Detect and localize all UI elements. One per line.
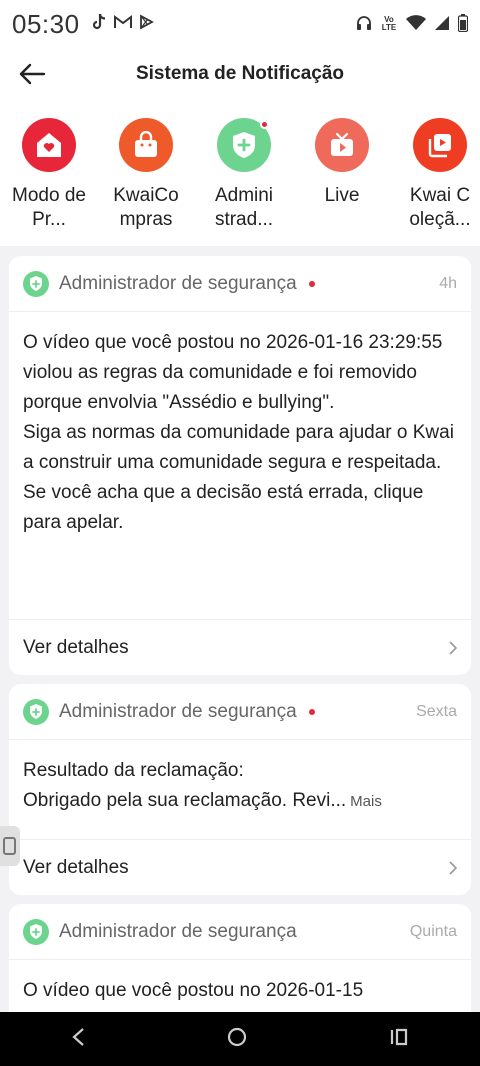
- shortcut-label: Admini strad...: [214, 185, 274, 230]
- signal-icon: [434, 15, 450, 34]
- notification-card[interactable]: Administrador de segurança 4h O vídeo qu…: [9, 256, 471, 675]
- recents-icon[interactable]: [389, 1027, 409, 1052]
- notification-message: O vídeo que você postou no 2026-01-16 23…: [9, 312, 471, 619]
- shortcut-label: Modo de Pr...: [12, 185, 86, 230]
- shield-icon: [23, 918, 49, 945]
- see-details-link[interactable]: Ver detalhes: [23, 637, 129, 659]
- notification-message: Resultado da reclamação: Obrigado pela s…: [9, 740, 471, 839]
- battery-icon: [457, 13, 469, 35]
- sender-name: Administrador de segurança: [59, 272, 297, 294]
- volte-icon: Vo LTE: [381, 15, 397, 32]
- message-paragraph: O vídeo que você postou no 2026-01-15: [23, 980, 364, 1001]
- sender-name: Administrador de segurança: [59, 700, 297, 722]
- unread-dot: [308, 280, 315, 287]
- more-link[interactable]: Mais: [350, 793, 382, 810]
- shortcut-kwai-colecao[interactable]: Kwai C oleçã...: [395, 118, 480, 232]
- see-details-link[interactable]: Ver detalhes: [23, 857, 129, 879]
- headset-icon: [356, 15, 372, 34]
- home-icon[interactable]: [226, 1026, 248, 1053]
- message-paragraph: Resultado da reclamação:: [23, 760, 244, 781]
- wifi-icon: [406, 14, 426, 34]
- notification-card[interactable]: Administrador de segurança Sexta Resulta…: [9, 684, 471, 895]
- tv-icon: [315, 118, 369, 172]
- shortcut-administrador[interactable]: Admini strad...: [199, 118, 289, 232]
- message-paragraph: Siga as normas da comunidade para ajudar…: [23, 422, 454, 473]
- message-paragraph: Se você acha que a decisão está errada, …: [23, 482, 424, 533]
- floating-widget-icon: [3, 837, 16, 855]
- chevron-right-icon: [449, 860, 457, 875]
- shortcut-modo-protecao[interactable]: Modo de Pr...: [4, 118, 94, 232]
- see-details-row[interactable]: Ver detalhes: [9, 619, 471, 675]
- home-heart-icon: [22, 118, 76, 172]
- page-title: Sistema de Notificação: [135, 63, 345, 84]
- notification-time: 4h: [439, 274, 457, 292]
- video-collection-icon: [413, 118, 467, 172]
- app-header: Sistema de Notificação: [0, 48, 480, 100]
- shortcut-live[interactable]: Live: [297, 118, 387, 208]
- shield-icon: [23, 698, 49, 725]
- tiktok-icon: [92, 13, 108, 36]
- shortcut-row: Modo de Pr... KwaiCo mpras Admini strad.…: [0, 100, 480, 246]
- shield-plus-icon: [217, 118, 271, 172]
- chevron-right-icon: [449, 640, 457, 655]
- arrow-left-icon: [19, 63, 46, 85]
- sender-name: Administrador de segurança: [59, 920, 297, 942]
- see-details-row[interactable]: Ver detalhes: [9, 839, 471, 895]
- unread-dot: [260, 120, 269, 129]
- notification-time: Quinta: [409, 922, 457, 940]
- message-paragraph: O vídeo que você postou no 2026-01-16 23…: [23, 332, 443, 413]
- play-icon: [138, 13, 154, 35]
- message-paragraph: Obrigado pela sua reclamação. Revi...: [23, 790, 347, 811]
- status-bar: 05:30 Vo LTE: [0, 0, 480, 48]
- notification-message: O vídeo que você postou no 2026-01-15: [9, 960, 471, 1006]
- shortcut-label: KwaiCo mpras: [113, 185, 179, 230]
- shield-icon: [23, 270, 49, 297]
- unread-dot: [308, 708, 315, 715]
- gmail-icon: [113, 14, 132, 34]
- shortcut-kwaicompras[interactable]: KwaiCo mpras: [101, 118, 191, 232]
- back-button[interactable]: [16, 58, 48, 90]
- floating-side-tab[interactable]: [0, 826, 20, 866]
- shortcut-label: Kwai C oleçã...: [409, 185, 471, 230]
- status-time: 05:30: [12, 8, 80, 39]
- back-icon[interactable]: [71, 1027, 85, 1052]
- shopping-bag-icon: [119, 118, 173, 172]
- notification-time: Sexta: [416, 702, 457, 720]
- system-nav-bar: [0, 1012, 480, 1066]
- shortcut-label: Live: [324, 185, 360, 206]
